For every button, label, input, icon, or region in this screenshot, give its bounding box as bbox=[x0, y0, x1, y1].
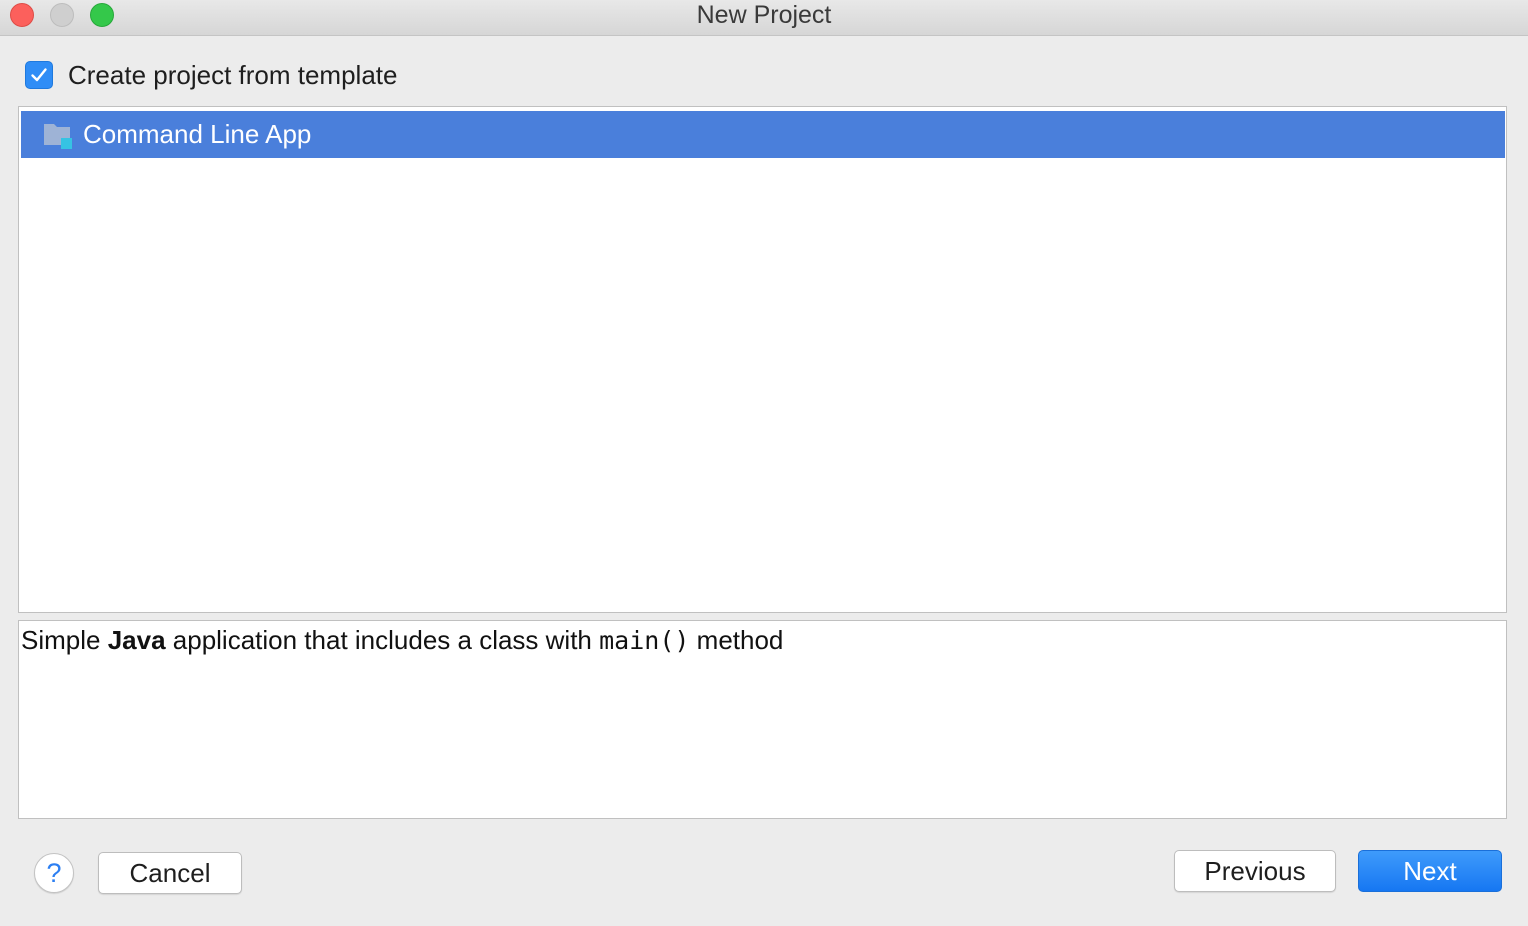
description-text: Simple bbox=[21, 625, 108, 655]
title-bar: New Project bbox=[0, 0, 1528, 36]
checkmark-icon bbox=[31, 68, 47, 82]
next-button[interactable]: Next bbox=[1358, 850, 1502, 892]
description-text-continued: application that includes a class with bbox=[165, 625, 600, 655]
window-title: New Project bbox=[696, 1, 832, 29]
template-item-label: Command Line App bbox=[83, 119, 312, 149]
template-item-command-line-app[interactable]: Command Line App bbox=[21, 111, 1505, 158]
new-project-dialog: New Project Create project from template… bbox=[0, 0, 1528, 926]
help-button[interactable]: ? bbox=[34, 853, 74, 893]
description-language: Java bbox=[107, 625, 166, 655]
template-list[interactable]: Command Line App bbox=[18, 106, 1507, 613]
cancel-button[interactable]: Cancel bbox=[98, 852, 242, 894]
help-icon: ? bbox=[46, 857, 62, 888]
folder-icon bbox=[44, 121, 74, 149]
create-from-template-row[interactable]: Create project from template bbox=[25, 58, 397, 92]
description-text-end: method bbox=[689, 625, 784, 655]
template-description: Simple Java application that includes a … bbox=[18, 620, 1507, 819]
create-from-template-label[interactable]: Create project from template bbox=[68, 60, 397, 91]
previous-button[interactable]: Previous bbox=[1174, 850, 1336, 892]
description-method-code: main() bbox=[599, 626, 690, 655]
create-from-template-checkbox[interactable] bbox=[25, 61, 53, 89]
